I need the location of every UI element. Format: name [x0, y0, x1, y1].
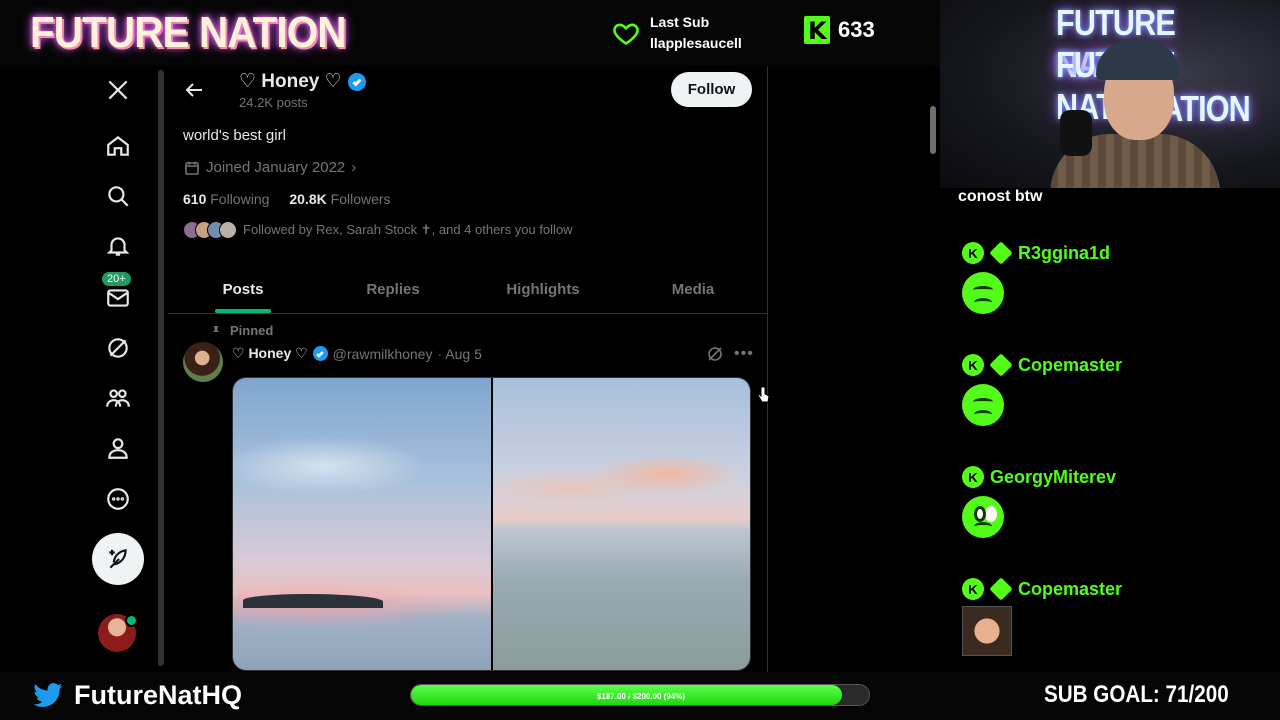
- sad-emote-icon: [962, 496, 1004, 538]
- chat-message: K Copemaster: [962, 577, 1122, 656]
- sub-badge-icon: [989, 577, 1013, 601]
- chat-message: K GeorgyMiterev: [962, 466, 1116, 538]
- profile-name: ♡ Honey ♡: [239, 71, 342, 92]
- mouse-cursor-icon: [757, 386, 770, 404]
- sick-emote-icon: [962, 384, 1004, 426]
- grok-icon[interactable]: [92, 328, 144, 368]
- following-link[interactable]: 610 Following: [183, 191, 269, 207]
- brand-logo-text: FUTURE NATION: [30, 8, 347, 57]
- sidebar-nav: 20+: [88, 66, 148, 672]
- chat-message: K R3ggina1d: [962, 241, 1110, 314]
- back-arrow-icon[interactable]: [182, 78, 206, 102]
- messages-badge: 20+: [102, 272, 131, 286]
- scrollbar-thumb[interactable]: [930, 106, 936, 154]
- streamer: [1050, 40, 1220, 188]
- face-emote-icon: [962, 606, 1012, 656]
- followed-by-text: Followed by Rex, Sarah Stock ✝, and 4 ot…: [243, 222, 573, 237]
- tab-media[interactable]: Media: [618, 266, 768, 313]
- feather-plus-icon: [109, 549, 127, 569]
- profile-bio: world's best girl: [183, 127, 286, 144]
- profile-header-name: ♡ Honey ♡: [239, 70, 366, 93]
- x-app-window: 20+ ♡ Honey ♡ 24.2K posts Follow world's…: [0, 66, 940, 672]
- x-logo-icon[interactable]: [92, 70, 144, 110]
- post-date[interactable]: · Aug 5: [437, 346, 481, 362]
- follow-counts: 610 Following 20.8K Followers: [183, 191, 391, 207]
- page-scrollbar[interactable]: [928, 66, 938, 672]
- grok-explain-icon[interactable]: [706, 345, 724, 363]
- tab-replies[interactable]: Replies: [318, 266, 468, 313]
- last-sub-widget: Last Sub llapplesaucell: [612, 12, 742, 54]
- kick-logo-icon: [804, 16, 830, 45]
- tab-highlights[interactable]: Highlights: [468, 266, 618, 313]
- sub-goal-text: SUB GOAL: 71/200: [1044, 681, 1229, 708]
- profile-column: ♡ Honey ♡ 24.2K posts Follow world's bes…: [168, 66, 768, 672]
- last-sub-name: llapplesaucell: [650, 35, 742, 51]
- kick-count-value: 633: [838, 17, 875, 42]
- sidebar-scrollbar[interactable]: [158, 70, 164, 666]
- verified-badge-icon: [312, 346, 328, 361]
- followed-by-row[interactable]: Followed by Rex, Sarah Stock ✝, and 4 ot…: [183, 221, 573, 239]
- stream-bottom-bar: FutureNatHQ $187.00 / $200.00 (94%) SUB …: [0, 672, 1280, 720]
- microphone: [1060, 110, 1092, 156]
- profile-icon[interactable]: [92, 428, 144, 468]
- search-icon[interactable]: [92, 176, 144, 216]
- kick-badge-icon: K: [962, 354, 984, 376]
- twitter-handle: FutureNatHQ: [32, 680, 242, 711]
- pin-icon: [213, 325, 219, 337]
- kick-badge-icon: K: [962, 242, 984, 264]
- chat-username[interactable]: GeorgyMiterev: [990, 467, 1116, 488]
- chat-message-fragment: conost btw: [958, 188, 1043, 205]
- post-media-grid: [232, 377, 751, 671]
- chat-username[interactable]: Copemaster: [1018, 579, 1122, 600]
- follow-button[interactable]: Follow: [671, 72, 752, 107]
- post-image-sky-beach[interactable]: [233, 378, 491, 670]
- stream-top-bar: FUTURE NATION Last Sub llapplesaucell 63…: [0, 0, 940, 66]
- chat-message: K Copemaster: [962, 353, 1122, 426]
- sub-badge-icon: [989, 353, 1013, 377]
- communities-icon[interactable]: [92, 378, 144, 418]
- twitter-bird-icon: [33, 682, 63, 707]
- donation-goal-bar: $187.00 / $200.00 (94%): [410, 684, 870, 706]
- home-icon[interactable]: [92, 126, 144, 166]
- post-author-avatar[interactable]: [183, 342, 223, 382]
- kick-badge-icon: K: [962, 466, 984, 488]
- profile-tabs: Posts Replies Highlights Media: [168, 266, 768, 314]
- last-sub-label: Last Sub: [650, 14, 710, 30]
- sub-badge-icon: [989, 241, 1013, 265]
- notifications-bell-icon[interactable]: [92, 226, 144, 266]
- kick-badge-icon: K: [962, 578, 984, 600]
- post-header: ♡ Honey ♡ @rawmilkhoney · Aug 5: [232, 345, 482, 362]
- webcam-feed: FUTURE NATION FUTURE NATION NATION: [940, 0, 1280, 188]
- kick-follower-count: 633: [804, 16, 875, 45]
- post-author-name[interactable]: ♡ Honey ♡: [232, 345, 308, 362]
- more-options-icon[interactable]: [92, 479, 144, 519]
- chevron-right-icon: ›: [351, 159, 357, 176]
- messages-envelope-icon[interactable]: 20+: [92, 272, 144, 318]
- joined-date[interactable]: Joined January 2022 ›: [184, 159, 356, 176]
- followers-link[interactable]: 20.8K Followers: [289, 191, 390, 207]
- chat-username[interactable]: Copemaster: [1018, 355, 1122, 376]
- calendar-icon: [185, 161, 199, 175]
- pinned-label: Pinned: [210, 323, 273, 338]
- account-avatar[interactable]: [98, 614, 138, 652]
- post-author-handle[interactable]: @rawmilkhoney: [333, 346, 433, 362]
- twitter-handle-text: FutureNatHQ: [74, 680, 242, 710]
- chat-username[interactable]: R3ggina1d: [1018, 243, 1110, 264]
- tab-posts[interactable]: Posts: [168, 266, 318, 313]
- stream-chat: conost btw K R3ggina1d K Copemaster K Georg…: [940, 188, 1280, 672]
- post-image-sunset-sea[interactable]: [492, 378, 750, 670]
- joined-text: Joined January 2022: [206, 159, 346, 176]
- compose-post-button[interactable]: [92, 533, 144, 585]
- profile-post-count: 24.2K posts: [239, 95, 308, 110]
- goal-bar-text: $187.00 / $200.00 (94%): [596, 691, 686, 701]
- sick-emote-icon: [962, 272, 1004, 314]
- heart-icon: [613, 23, 639, 46]
- verified-badge-icon: [347, 72, 366, 91]
- post-more-icon[interactable]: •••: [734, 345, 754, 363]
- mutual-avatars: [183, 221, 237, 239]
